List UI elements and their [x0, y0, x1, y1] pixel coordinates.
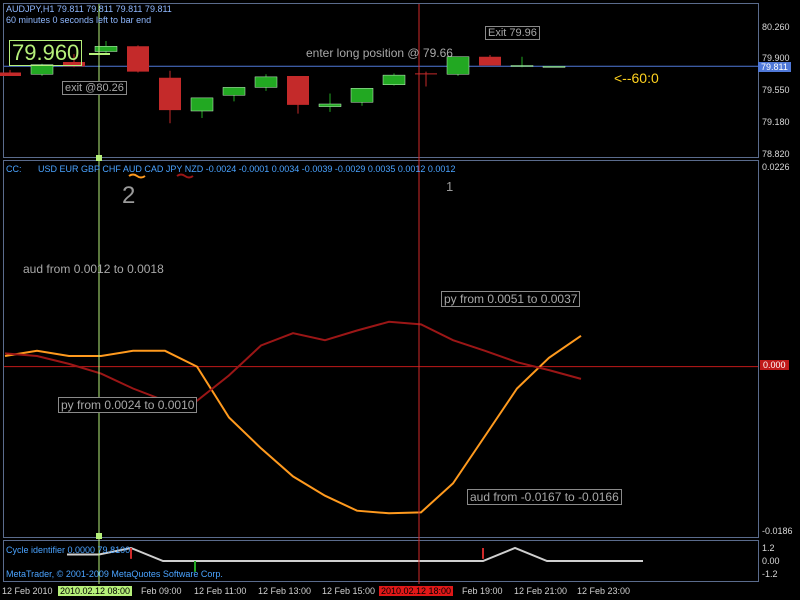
cycle-axis-label: -1.2: [762, 569, 778, 579]
candle-body: [0, 72, 21, 76]
exit-left-label[interactable]: exit @80.26: [62, 81, 127, 95]
cursor-handle: [96, 155, 102, 161]
note-py-left[interactable]: py from 0.0024 to 0.0010: [58, 397, 198, 413]
big-price-label: 79.960: [9, 40, 83, 66]
marker-2: 2: [122, 182, 136, 209]
candle-body: [382, 74, 406, 85]
candle-body: [30, 64, 54, 75]
candle-body: [350, 88, 374, 103]
cycle-axis-label: 0.00: [762, 556, 780, 566]
candle-body: [254, 76, 278, 88]
candle-body: [94, 46, 118, 52]
aud-line-glyph: [128, 173, 146, 179]
note-py-right[interactable]: py from 0.0051 to 0.0037: [441, 291, 581, 307]
price-axis-label: 78.820: [762, 149, 790, 159]
cc-header: CC: USD EUR GBP CHF AUD CAD JPY NZD -0.0…: [6, 164, 455, 174]
entry-note[interactable]: enter long position @ 79.66: [306, 46, 453, 60]
marker-1: 1: [446, 179, 454, 194]
time-label: 12 Feb 11:00: [194, 586, 247, 596]
cc-axis-bottom: -0.0186: [762, 526, 793, 536]
price-axis-label: 79.180: [762, 117, 790, 127]
cc-prefix: CC:: [6, 164, 22, 174]
candle-body: [415, 73, 437, 75]
time-label: 12 Feb 23:00: [577, 586, 631, 596]
candle-body: [287, 76, 309, 105]
cursor-time-badge-right: 2010.02.12 18:00: [379, 586, 454, 596]
note-aud-top[interactable]: aud from 0.0012 to 0.0018: [23, 262, 164, 276]
time-label: Feb 09:00: [141, 586, 182, 596]
cycle-line: [67, 546, 643, 562]
exit-right-label[interactable]: Exit 79.96: [485, 26, 540, 40]
cursor-time-badge-left: 2010.02.12 08:00: [58, 586, 133, 596]
cursor-handle: [96, 533, 102, 539]
time-label: 12 Feb 13:00: [258, 586, 312, 596]
cycle-header: Cycle identifier 0.0000 79.8100: [6, 545, 131, 555]
symbol-header: AUDJPY,H1 79.811 79.811 79.811 79.811: [6, 4, 172, 14]
countdown-label: <--60:0: [614, 70, 659, 86]
cc-axis-top: 0.0226: [762, 162, 790, 172]
candle-body: [318, 103, 342, 107]
current-price-badge: 79.811: [758, 62, 791, 72]
cycle-axis-label: 1.2: [762, 543, 775, 553]
copyright: MetaTrader, © 2001-2009 MetaQuotes Softw…: [6, 569, 223, 579]
candle-body: [510, 65, 534, 67]
time-label: 12 Feb 21:00: [514, 586, 568, 596]
cc-series-jpy: [4, 320, 582, 402]
candle-body: [127, 46, 149, 72]
cc-values: -0.0024 -0.0001 0.0034 -0.0039 -0.0029 0…: [205, 164, 456, 174]
note-aud-bottom[interactable]: aud from -0.0167 to -0.0166: [467, 489, 622, 505]
price-axis-label: 80.260: [762, 22, 790, 32]
jpy-line-glyph: [176, 173, 194, 179]
time-label: 12 Feb 2010: [2, 586, 53, 596]
candle-body: [542, 66, 566, 68]
price-axis-label: 79.550: [762, 85, 790, 95]
time-label: 12 Feb 15:00: [322, 586, 376, 596]
time-label: Feb 19:00: [462, 586, 503, 596]
cc-series-aud: [4, 334, 582, 515]
bar-timer: 60 minutes 0 seconds left to bar end: [6, 15, 152, 25]
candle-body: [479, 56, 501, 66]
cc-currencies: USD EUR GBP CHF AUD CAD JPY NZD: [38, 164, 204, 174]
cc-zero-badge: 0.000: [760, 360, 789, 370]
candle-body: [222, 87, 246, 96]
candle-body: [190, 97, 214, 112]
candle-body: [159, 77, 181, 111]
